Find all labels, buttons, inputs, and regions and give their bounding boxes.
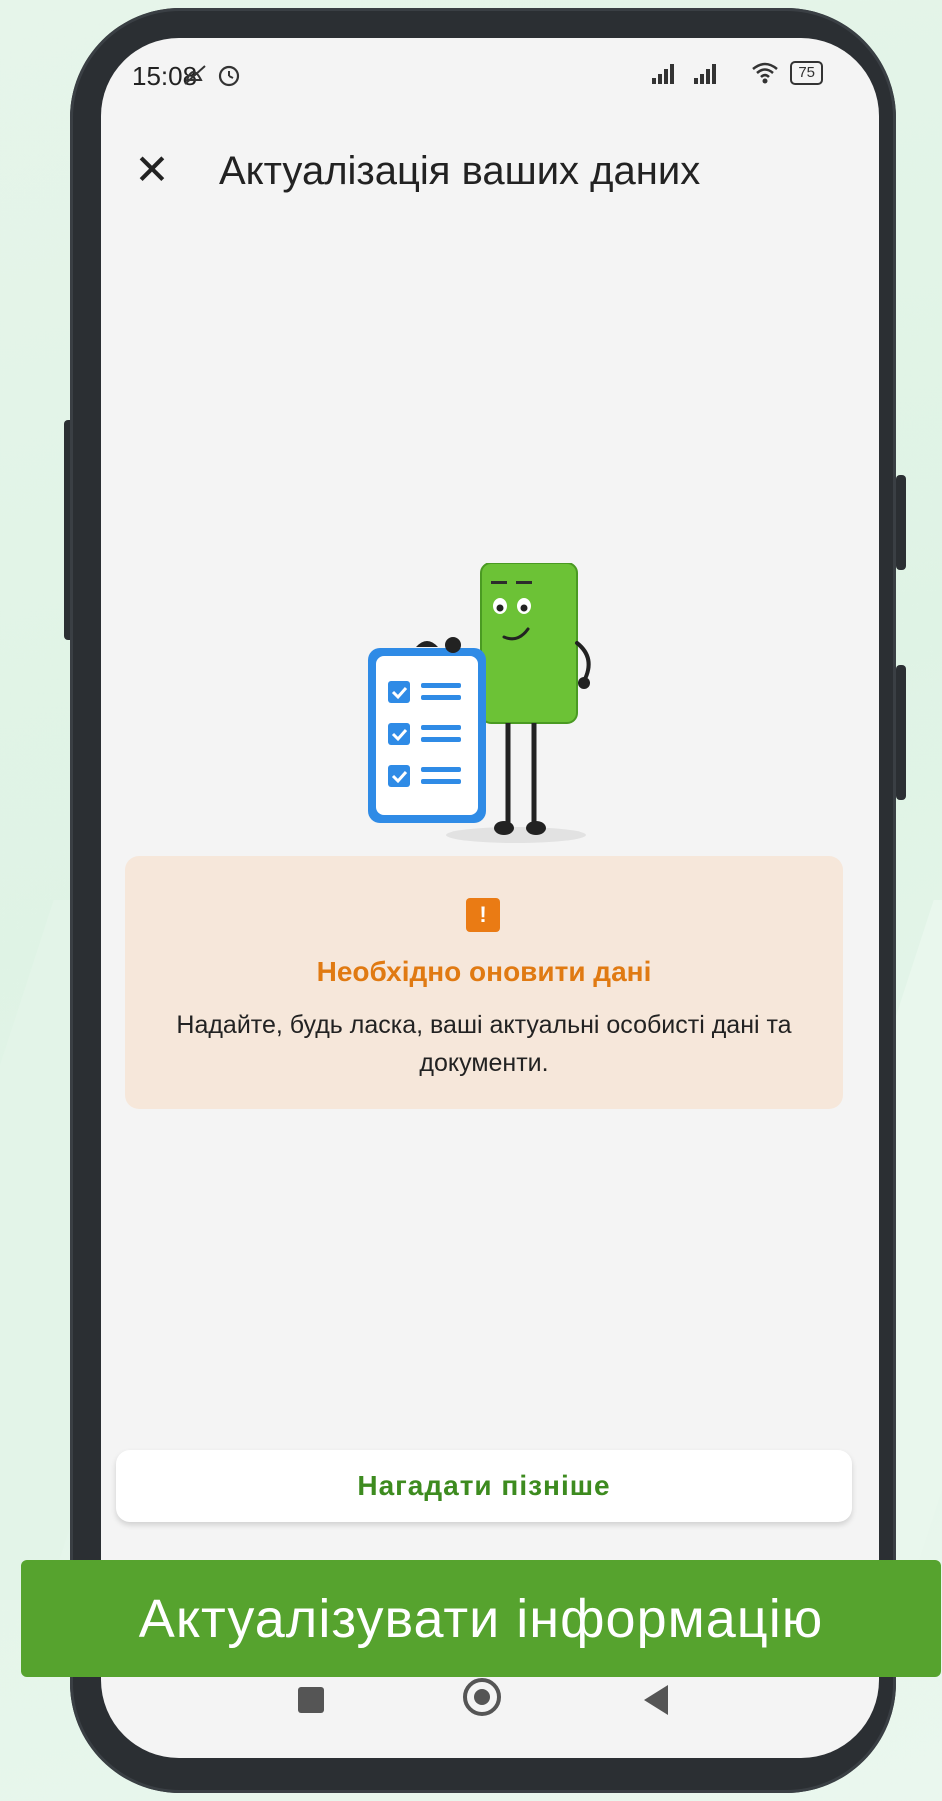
notice-title: Необхідно оновити дані bbox=[316, 956, 652, 987]
phone-power-button bbox=[896, 475, 906, 570]
status-notification-icons bbox=[183, 60, 247, 97]
update-info-button[interactable]: Актуалізувати інформацію bbox=[21, 1560, 941, 1677]
status-bar: 15:08 75 bbox=[101, 38, 879, 118]
mute-alarm-icons bbox=[184, 65, 240, 87]
notice-text: Надайте, будь ласка, ваші актуальні особ… bbox=[176, 1011, 792, 1077]
phone-screen: 15:08 75 ✕ Актуалізація ваших даних ! Не… bbox=[101, 38, 879, 1758]
illustration-card-mascot-checklist bbox=[368, 563, 591, 843]
recent-apps-icon[interactable] bbox=[298, 1687, 324, 1713]
signal-icon bbox=[652, 64, 717, 84]
remind-later-button[interactable]: Нагадати пізніше bbox=[116, 1450, 852, 1522]
status-right-icons: 75 bbox=[650, 60, 823, 86]
page-title: Актуалізація ваших даних bbox=[219, 149, 701, 193]
home-icon[interactable] bbox=[463, 1678, 501, 1716]
app-bar: ✕ Актуалізація ваших даних bbox=[101, 133, 879, 223]
update-required-notice: ! Необхідно оновити дані Надайте, будь л… bbox=[125, 856, 843, 1109]
wifi-icon bbox=[752, 62, 779, 84]
battery-icon: 75 bbox=[790, 61, 823, 85]
close-icon[interactable]: ✕ bbox=[127, 145, 177, 195]
phone-volume-button bbox=[896, 665, 906, 800]
back-icon[interactable] bbox=[644, 1685, 668, 1715]
warning-icon: ! bbox=[466, 898, 500, 932]
